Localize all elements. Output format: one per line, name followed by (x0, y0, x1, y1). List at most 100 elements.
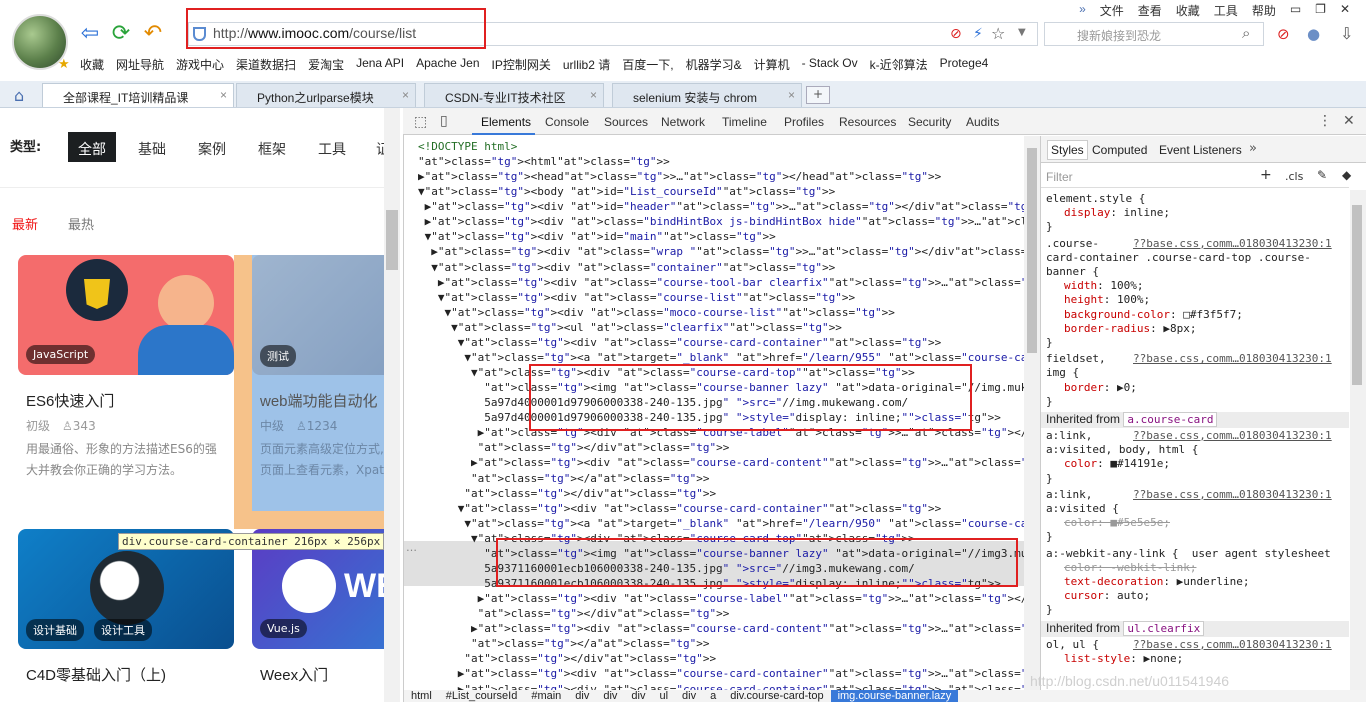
refresh-icon[interactable]: ⟳ (109, 22, 133, 46)
breadcrumb-item[interactable]: div (624, 690, 652, 702)
window-restore-icon[interactable]: ❐ (1315, 2, 1326, 18)
dom-node-line[interactable]: ▶"at">class="tg"><div "at">class="wrap "… (418, 244, 1024, 259)
bookmark-item[interactable]: 机器学习& (686, 56, 742, 76)
css-selector[interactable]: element.style { (1046, 192, 1145, 206)
type-case[interactable]: 案例 (188, 132, 236, 162)
adblock-icon[interactable]: ⊘ (1277, 25, 1290, 43)
tab-security[interactable]: Security (908, 115, 951, 129)
css-selector[interactable]: a:visited, body, html { (1046, 443, 1198, 457)
tab-audits[interactable]: Audits (966, 115, 999, 129)
tab-python[interactable]: Python之urlparse模块 × (236, 83, 416, 107)
bookmark-item[interactable]: 计算机 (754, 56, 790, 76)
bookmark-item[interactable]: Protege4 (940, 56, 989, 76)
css-property[interactable]: border-radius: ▶8px; (1064, 322, 1196, 336)
star-icon[interactable]: ☆ (991, 24, 1005, 43)
page-scrollbar[interactable] (384, 108, 400, 702)
tab-network[interactable]: Network (661, 115, 705, 129)
course-card[interactable]: JavaScript ES6快速入门 初级 ♙343 用最通俗、形象的方法描述E… (18, 255, 234, 477)
menu-file[interactable]: 文件 (1100, 2, 1124, 18)
dom-node-line[interactable]: ▼"at">class="tg"><ul "at">class="clearfi… (418, 320, 842, 335)
tab-styles[interactable]: Styles (1047, 140, 1088, 160)
dom-node-line[interactable]: ▼"at">class="tg"><a "at">target="_blank"… (418, 516, 1024, 531)
more-icon[interactable]: ● (1307, 25, 1320, 43)
cls-button[interactable]: .cls (1285, 170, 1303, 183)
css-property[interactable]: text-decoration: ▶underline; (1064, 575, 1249, 589)
page-scrollbar-thumb[interactable] (386, 210, 398, 270)
css-selector[interactable]: .course- (1046, 237, 1099, 251)
dom-node-line[interactable]: ▼"at">class="tg"><div "at">class="contai… (418, 260, 835, 275)
css-selector[interactable]: a:link, (1046, 488, 1092, 502)
dom-node-line[interactable]: <!DOCTYPE html> (418, 139, 517, 154)
device-icon[interactable]: ▯ (440, 113, 448, 129)
toggle-icon[interactable]: ◆ (1342, 168, 1351, 182)
bookmark-item[interactable]: 网址导航 (116, 56, 164, 76)
close-icon[interactable]: × (220, 88, 227, 102)
styles-scrollbar-thumb[interactable] (1352, 205, 1362, 385)
dom-node-line[interactable]: "at">class="tg"><html"at">class="tg">> (418, 154, 670, 169)
menu-help[interactable]: 帮助 (1252, 2, 1276, 18)
css-selector[interactable]: img { (1046, 366, 1079, 380)
breadcrumb-item[interactable]: img.course-banner.lazy (830, 690, 959, 702)
dom-node-line[interactable]: "at">class="tg"></div"at">class="tg">> (418, 651, 716, 666)
dom-node-line[interactable]: ▼"at">class="tg"><div "at">class="course… (418, 290, 855, 305)
menu-expand-icon[interactable]: » (1079, 2, 1086, 18)
css-property[interactable]: color: ■#14191e; (1064, 457, 1170, 471)
tab-computed[interactable]: Computed (1092, 143, 1147, 157)
type-all[interactable]: 全部 (68, 132, 116, 162)
more-tabs-icon[interactable]: » (1249, 141, 1257, 156)
tab-timeline[interactable]: Timeline (722, 115, 767, 129)
home-icon[interactable]: ⌂ (14, 86, 24, 105)
dom-node-line[interactable]: ▼"at">class="tg"><div "at">class="course… (418, 335, 942, 350)
tab-selenium[interactable]: selenium 安装与 chrom × (612, 83, 802, 107)
bookmark-item[interactable]: 渠道数据扫 (236, 56, 296, 76)
menu-tools[interactable]: 工具 (1214, 2, 1238, 18)
css-selector[interactable]: a:visited { (1046, 502, 1119, 516)
css-property[interactable]: width: 100%; (1064, 279, 1143, 293)
chevron-down-icon[interactable]: ▼ (1018, 27, 1026, 38)
kebab-menu-icon[interactable]: ⋮ (1318, 113, 1332, 129)
search-input[interactable]: 搜新娘接到恐龙 (1044, 22, 1264, 46)
rule-end[interactable]: } (1046, 530, 1053, 544)
dom-node-line[interactable]: "at">class="tg"></a"at">class="tg">> (418, 471, 709, 486)
dom-node-line[interactable]: ▶"at">class="tg"><div "at">class="course… (418, 621, 1024, 636)
breadcrumb-item[interactable]: div (596, 690, 624, 702)
bookmark-item[interactable]: 收藏 (80, 56, 104, 76)
tab-console[interactable]: Console (545, 115, 589, 129)
new-tab-button[interactable]: + (806, 86, 830, 104)
dom-node-line[interactable]: ▶"at">class="tg"><div "at">class="course… (418, 682, 1024, 690)
css-selector[interactable]: fieldset, (1046, 352, 1106, 366)
dom-node-line[interactable]: ▼"at">class="tg"><body "at">id="List_cou… (418, 184, 835, 199)
menu-view[interactable]: 查看 (1138, 2, 1162, 18)
elements-scrollbar-thumb[interactable] (1027, 148, 1037, 353)
dom-node-line[interactable]: "at">class="tg"></div"at">class="tg">> (418, 606, 730, 621)
menu-favorites[interactable]: 收藏 (1176, 2, 1200, 18)
css-selector[interactable]: card-container .course-card-top .course- (1046, 251, 1311, 265)
tab-csdn[interactable]: CSDN-专业IT技术社区 × (424, 83, 604, 107)
bookmark-item[interactable]: 爱淘宝 (308, 56, 344, 76)
css-property[interactable]: height: 100%; (1064, 293, 1150, 307)
dom-node-line[interactable]: ▶"at">class="tg"><div "at">class="course… (418, 455, 1024, 470)
dom-node-line[interactable]: ▶"at">class="tg"><div "at">class="bindHi… (418, 214, 1024, 229)
type-tools[interactable]: 工具 (308, 132, 356, 162)
dom-node-line[interactable]: ▶"at">class="tg"><head"at">class="tg">>…… (418, 169, 941, 184)
block-icon[interactable]: ⊘ (950, 26, 962, 42)
bookmark-item[interactable]: Apache Jen (416, 56, 479, 76)
breadcrumb-item[interactable]: html (404, 690, 439, 702)
dom-node-line[interactable]: ▼"at">class="tg"><div "at">id="main""at"… (418, 229, 776, 244)
dom-node-line[interactable]: ▼"at">class="tg"><div "at">class="course… (418, 501, 942, 516)
download-icon[interactable]: ⇩ (1340, 24, 1353, 43)
inherited-tag[interactable]: ul.clearfix (1123, 620, 1205, 636)
breadcrumb-item[interactable]: div.course-card-top (723, 690, 830, 702)
back-icon[interactable]: ⇦ (78, 22, 102, 46)
sort-hottest[interactable]: 最热 (68, 214, 94, 233)
bookmark-item[interactable]: - Stack Ov (802, 56, 858, 76)
close-icon[interactable]: × (590, 88, 597, 102)
breadcrumb-item[interactable]: a (703, 690, 723, 702)
stylesheet-link[interactable]: ??base.css,comm…018030413230:1 (1133, 488, 1332, 502)
window-minimize-icon[interactable]: ▭ (1290, 2, 1301, 18)
window-close-icon[interactable]: ✕ (1340, 2, 1350, 18)
breadcrumb-item[interactable]: #List_courseId (439, 690, 525, 702)
dom-node-line[interactable]: ▶"at">class="tg"><div "at">id="header""a… (418, 199, 1024, 214)
css-selector[interactable]: a:-webkit-any-link { user agent styleshe… (1046, 547, 1331, 561)
rule-end[interactable]: } (1046, 472, 1053, 486)
